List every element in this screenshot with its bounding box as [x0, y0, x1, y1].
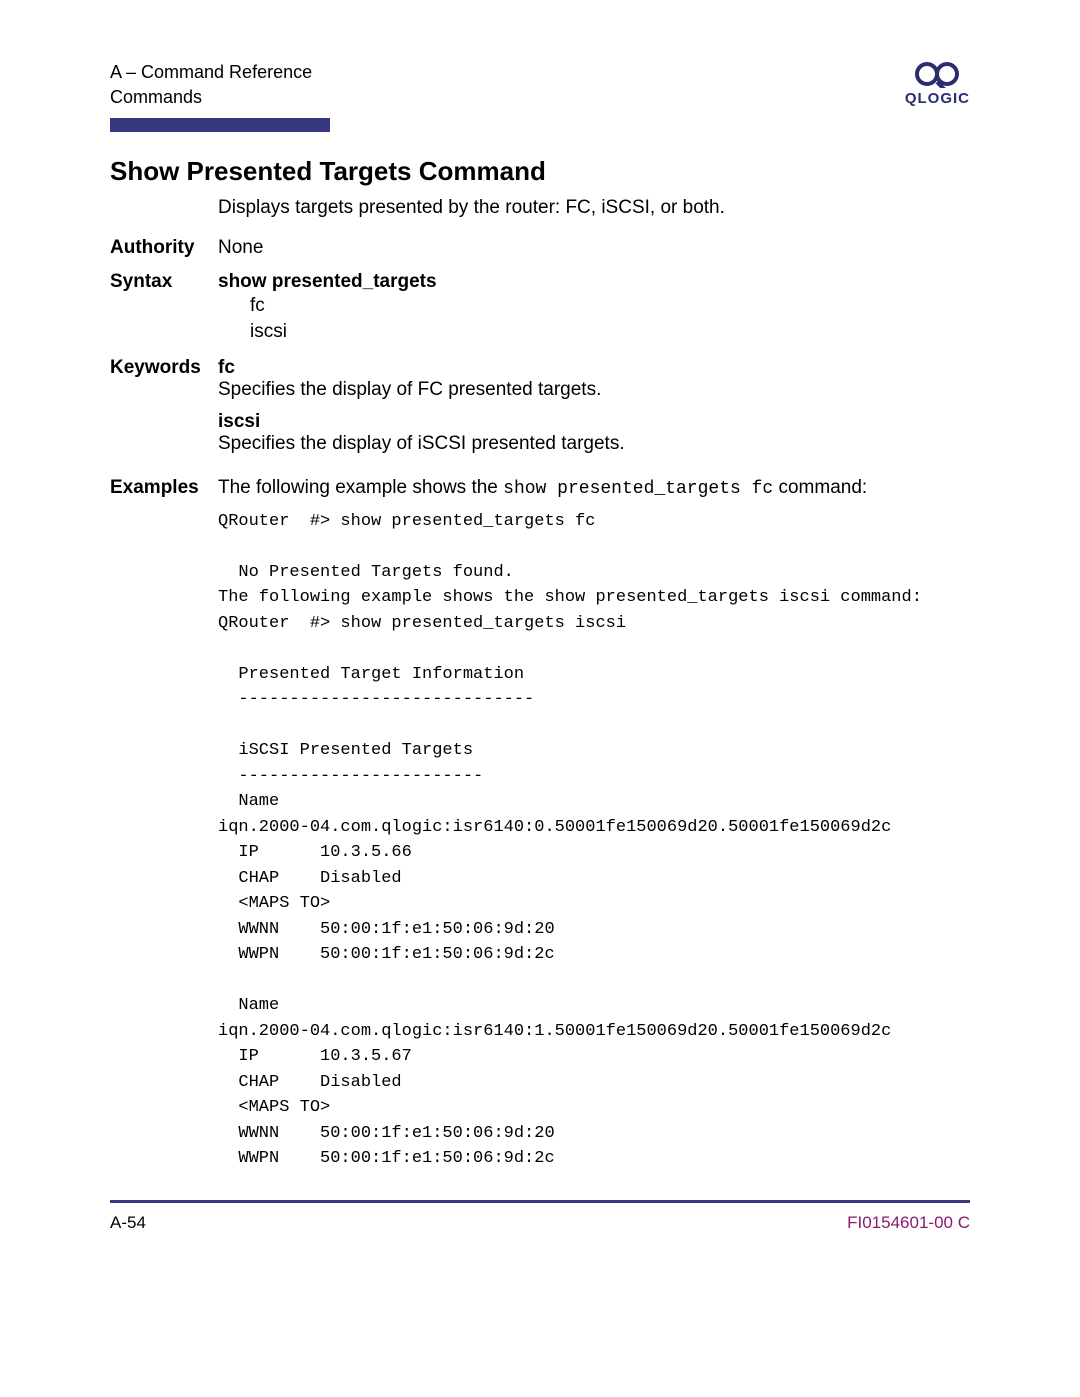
header-line-2: Commands	[110, 85, 312, 110]
keyword-desc: Specifies the display of FC presented ta…	[218, 379, 970, 401]
keywords-label: Keywords	[110, 357, 218, 379]
syntax-value: show presented_targets fc iscsi	[218, 271, 970, 344]
authority-value: None	[218, 237, 970, 259]
examples-lead-after: command:	[773, 477, 867, 498]
footer-doc-id: FI0154601-00 C	[847, 1213, 970, 1233]
syntax-command: show presented_targets	[218, 271, 970, 293]
header-line-1: A – Command Reference	[110, 60, 312, 85]
keyword-name: iscsi	[218, 411, 970, 433]
syntax-row: Syntax show presented_targets fc iscsi	[110, 271, 970, 344]
console-output: QRouter #> show presented_targets fc No …	[218, 509, 970, 1172]
header-left: A – Command Reference Commands	[110, 60, 312, 110]
examples-lead-code: show presented_targets fc	[503, 479, 773, 499]
keyword-item: fc Specifies the display of FC presented…	[218, 357, 970, 401]
page-footer: A-54 FI0154601-00 C	[110, 1213, 970, 1233]
header-accent-bar	[110, 118, 330, 132]
examples-value: The following example shows the show pre…	[218, 477, 970, 1172]
footer-rule	[110, 1200, 970, 1203]
authority-label: Authority	[110, 237, 218, 259]
intro-text: Displays targets presented by the router…	[218, 197, 970, 219]
footer-page-number: A-54	[110, 1213, 146, 1233]
page: A – Command Reference Commands QLOGIC Sh…	[0, 0, 1080, 1397]
syntax-option-0: fc	[250, 293, 970, 319]
page-title: Show Presented Targets Command	[110, 156, 970, 187]
keyword-name: fc	[218, 357, 970, 379]
page-header: A – Command Reference Commands QLOGIC	[110, 60, 970, 110]
keywords-row: Keywords fc Specifies the display of FC …	[110, 357, 970, 465]
keyword-item: iscsi Specifies the display of iSCSI pre…	[218, 411, 970, 455]
examples-row: Examples The following example shows the…	[110, 477, 970, 1172]
brand-logo: QLOGIC	[905, 60, 970, 107]
syntax-label: Syntax	[110, 271, 218, 293]
examples-lead-before: The following example shows the	[218, 477, 503, 498]
keywords-value: fc Specifies the display of FC presented…	[218, 357, 970, 465]
examples-label: Examples	[110, 477, 218, 499]
qlogic-icon	[907, 60, 967, 88]
authority-row: Authority None	[110, 237, 970, 259]
syntax-option-1: iscsi	[250, 319, 970, 345]
keyword-desc: Specifies the display of iSCSI presented…	[218, 433, 970, 455]
brand-name: QLOGIC	[905, 90, 970, 107]
